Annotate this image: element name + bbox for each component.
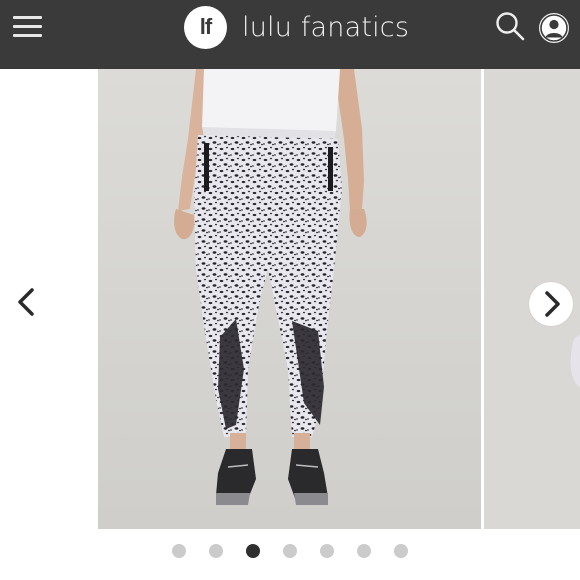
- carousel-dot-active[interactable]: [246, 544, 260, 558]
- product-photo[interactable]: [98, 69, 481, 529]
- carousel-dot[interactable]: [357, 544, 371, 558]
- carousel-dot[interactable]: [283, 544, 297, 558]
- product-image-carousel[interactable]: [0, 69, 580, 529]
- search-icon[interactable]: [494, 10, 526, 42]
- carousel-dot[interactable]: [209, 544, 223, 558]
- carousel-dot[interactable]: [172, 544, 186, 558]
- chevron-right-icon[interactable]: [529, 282, 573, 326]
- logo-icon: lf: [184, 5, 227, 49]
- carousel-dot[interactable]: [394, 544, 408, 558]
- account-icon[interactable]: [538, 12, 570, 44]
- brand[interactable]: lf lulu fanatics: [184, 4, 409, 50]
- menu-icon[interactable]: [12, 14, 44, 42]
- chevron-left-icon[interactable]: [10, 282, 44, 322]
- carousel-pagination: [0, 544, 580, 560]
- top-navigation-bar: lf lulu fanatics: [0, 0, 580, 69]
- brand-name: lulu fanatics: [242, 11, 410, 43]
- carousel-dot[interactable]: [320, 544, 334, 558]
